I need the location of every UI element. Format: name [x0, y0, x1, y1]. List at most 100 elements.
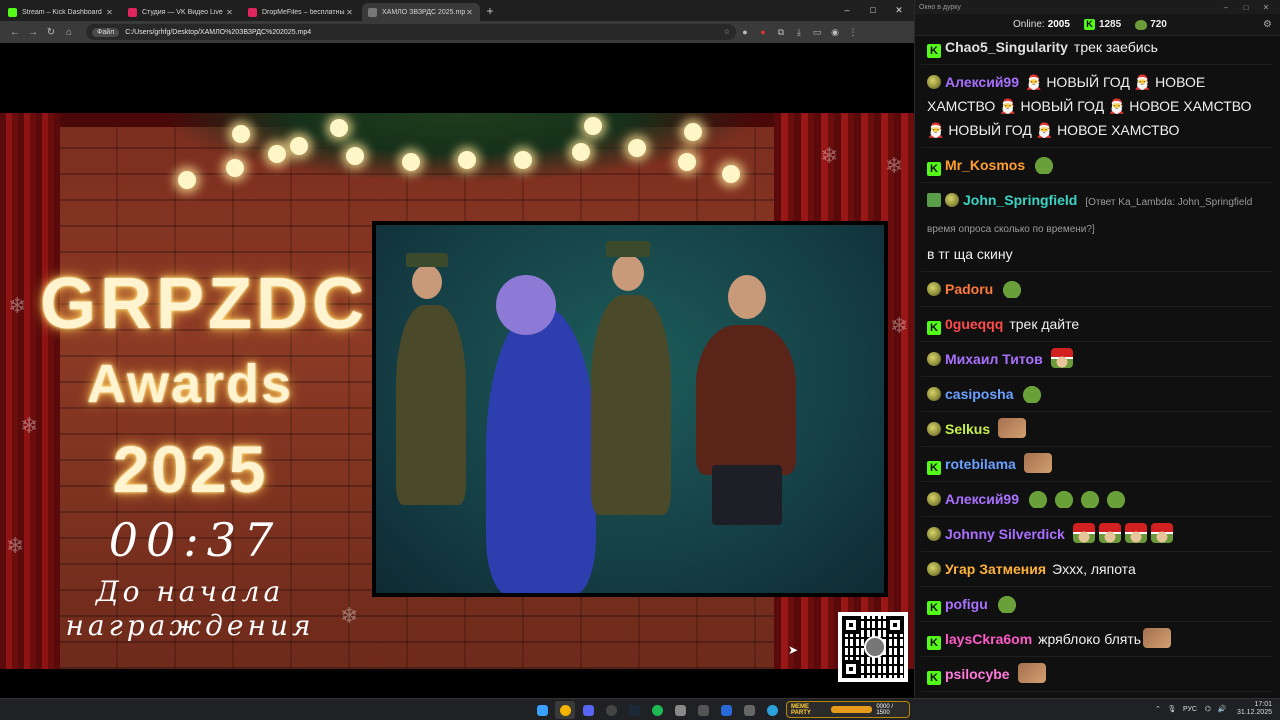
chevron-up-icon[interactable]: ⌃	[1151, 705, 1165, 713]
chat-window: Окно в дурку – □ ✕ Online: 2005 K 1285 72…	[914, 0, 1280, 698]
meme-party-widget[interactable]: MEME PARTY 0000 / 1500	[786, 701, 910, 718]
tab-kick-dashboard[interactable]: Stream – Kick Dashboard ✕	[2, 3, 120, 21]
chat-message: John_Springfield [Ответ Ka_Lambda: John_S…	[921, 183, 1273, 272]
santa-emote-icon	[1098, 523, 1121, 543]
chat-username[interactable]: Mr_Kosmos	[945, 157, 1025, 173]
close-icon[interactable]: ✕	[105, 8, 114, 17]
chat-message-list[interactable]: K Chao5_Singularity трек заебись Алексий99 🎅…	[921, 30, 1273, 692]
pepe-viewers: 720	[1135, 19, 1167, 30]
forward-icon[interactable]: →	[24, 27, 42, 38]
kick-badge-icon: K	[927, 636, 941, 650]
frog-emote-icon	[1033, 154, 1056, 174]
window-controls: – □ ✕	[834, 2, 912, 18]
close-icon[interactable]: ✕	[465, 8, 474, 17]
close-window-button[interactable]: ✕	[1256, 3, 1276, 12]
start-button[interactable]	[532, 701, 552, 719]
chat-username[interactable]: casiposha	[945, 386, 1013, 402]
chat-message-text: трек дайте	[1009, 316, 1080, 332]
taskbar-steam[interactable]	[624, 701, 644, 719]
kick-badge-icon: K	[927, 461, 941, 475]
chat-username[interactable]: psilocybe	[945, 666, 1010, 682]
taskbar-app[interactable]	[693, 701, 713, 719]
chat-username[interactable]: Chao5_Singularity	[945, 39, 1068, 55]
new-tab-button[interactable]: +	[482, 3, 498, 21]
profile-icon[interactable]: ◉	[826, 27, 844, 38]
minimize-button[interactable]: –	[1216, 3, 1236, 12]
menu-icon[interactable]: ⋮	[844, 27, 862, 38]
download-icon[interactable]: ⤓	[790, 27, 808, 38]
clock-date: 31.12.2025	[1236, 709, 1272, 716]
chat-username[interactable]: Johnny Silverdick	[945, 526, 1065, 542]
online-counter: Online: 2005	[1013, 19, 1070, 30]
file-scheme-chip[interactable]: Файл	[92, 27, 120, 37]
clock[interactable]: 17:01 31.12.2025	[1237, 701, 1272, 717]
chat-message: Krotebilama	[921, 447, 1273, 482]
sidebar-icon[interactable]: ▭	[808, 27, 826, 38]
taskbar-spotify[interactable]	[647, 701, 667, 719]
minimize-button[interactable]: –	[834, 2, 860, 18]
light-bulb	[584, 117, 602, 135]
chat-username[interactable]: Selkus	[945, 421, 990, 437]
chat-username[interactable]: Алексий99	[945, 74, 1019, 90]
network-icon[interactable]: ⌬	[1201, 705, 1215, 713]
vk-icon	[128, 7, 137, 17]
santa-emote-icon	[1150, 523, 1173, 543]
back-icon[interactable]: ←	[6, 27, 24, 38]
volume-icon[interactable]: 🔊	[1215, 705, 1229, 713]
neon-title-awards: Awards	[86, 354, 294, 414]
tab-dropmefiles[interactable]: DropMeFiles – бесплатный ф… ✕	[242, 3, 360, 21]
chat-username[interactable]: Михаил Титов	[945, 351, 1043, 367]
maximize-button[interactable]: □	[1236, 3, 1256, 12]
bookmark-star-icon[interactable]: ☆	[724, 28, 730, 36]
chat-message: K Chao5_Singularity трек заебись	[921, 30, 1273, 65]
taskbar-app[interactable]	[670, 701, 690, 719]
chat-username[interactable]: 0gueqqq	[945, 316, 1003, 332]
reload-icon[interactable]: ↻	[42, 27, 60, 38]
extension-icon[interactable]: ●	[736, 27, 754, 37]
chat-titlebar: Окно в дурку – □ ✕	[915, 0, 1280, 14]
chat-message: Padoru	[921, 272, 1273, 307]
dropmefiles-icon	[248, 7, 257, 17]
photo-emote-icon	[998, 418, 1027, 438]
chat-username[interactable]: laysCkra6om	[945, 631, 1032, 647]
chat-message: Алексий99 🎅 НОВЫЙ ГОД 🎅 НОВОЕ ХАМСТВО 🎅 Н…	[921, 65, 1273, 148]
taskbar-discord[interactable]	[578, 701, 598, 719]
light-bulb	[572, 143, 590, 161]
maximize-button[interactable]: □	[860, 2, 886, 18]
pepe-badge-icon	[927, 282, 941, 296]
chat-username[interactable]: pofigu	[945, 596, 988, 612]
tab-vk-studio[interactable]: Студия — VK Видео Live ✕	[122, 3, 240, 21]
gear-icon[interactable]: ⚙	[1263, 19, 1272, 30]
kick-badge-icon: K	[927, 321, 941, 335]
chat-username[interactable]: John_Springfield	[963, 192, 1077, 208]
tab-title: Студия — VK Видео Live	[142, 8, 223, 16]
tab-video-file[interactable]: ХАМЛО ЗВЗРДС 2025.mp4 ✕	[362, 3, 480, 21]
chat-message: K Mr_Kosmos	[921, 148, 1273, 183]
frog-emote-icon	[1027, 488, 1049, 508]
frog-emote-icon	[1021, 383, 1044, 403]
chat-username[interactable]: Padoru	[945, 281, 993, 297]
taskbar-obs[interactable]	[601, 701, 621, 719]
microphone-icon[interactable]: 🎙	[1165, 705, 1179, 713]
taskbar-telegram[interactable]	[762, 701, 782, 719]
taskbar-chrome[interactable]	[555, 701, 575, 719]
santa-emote-icon	[1072, 523, 1095, 543]
video-frame-stage[interactable]: ❄ ❄ ❄ ❄ ❄ ❄ ❄ GRPZDC Awards 2025 00:37 Д…	[0, 113, 914, 669]
extensions-puzzle-icon[interactable]: ⧉	[772, 27, 790, 38]
mouse-cursor-icon: ➤	[788, 643, 799, 657]
home-icon[interactable]: ⌂	[60, 27, 78, 38]
taskbar-app[interactable]	[716, 701, 736, 719]
address-bar[interactable]: Файл C:/Users/grhfg/Desktop/ХАМЛО%20ЗВЗР…	[86, 24, 736, 40]
close-icon[interactable]: ✕	[345, 8, 354, 17]
taskbar-app[interactable]	[739, 701, 759, 719]
close-icon[interactable]: ✕	[225, 8, 234, 17]
chat-username[interactable]: Алексий99	[945, 491, 1019, 507]
pepe-badge-icon	[927, 75, 941, 89]
close-window-button[interactable]: ✕	[886, 2, 912, 18]
chat-message-text: жряблоко блять	[1038, 631, 1142, 647]
taskbar-apps	[532, 701, 808, 719]
extension-icon[interactable]: ●	[754, 27, 772, 37]
keyboard-language[interactable]: РУС	[1179, 706, 1201, 713]
chat-username[interactable]: rotebilama	[945, 456, 1016, 472]
chat-username[interactable]: Угар Затмения	[945, 561, 1046, 577]
